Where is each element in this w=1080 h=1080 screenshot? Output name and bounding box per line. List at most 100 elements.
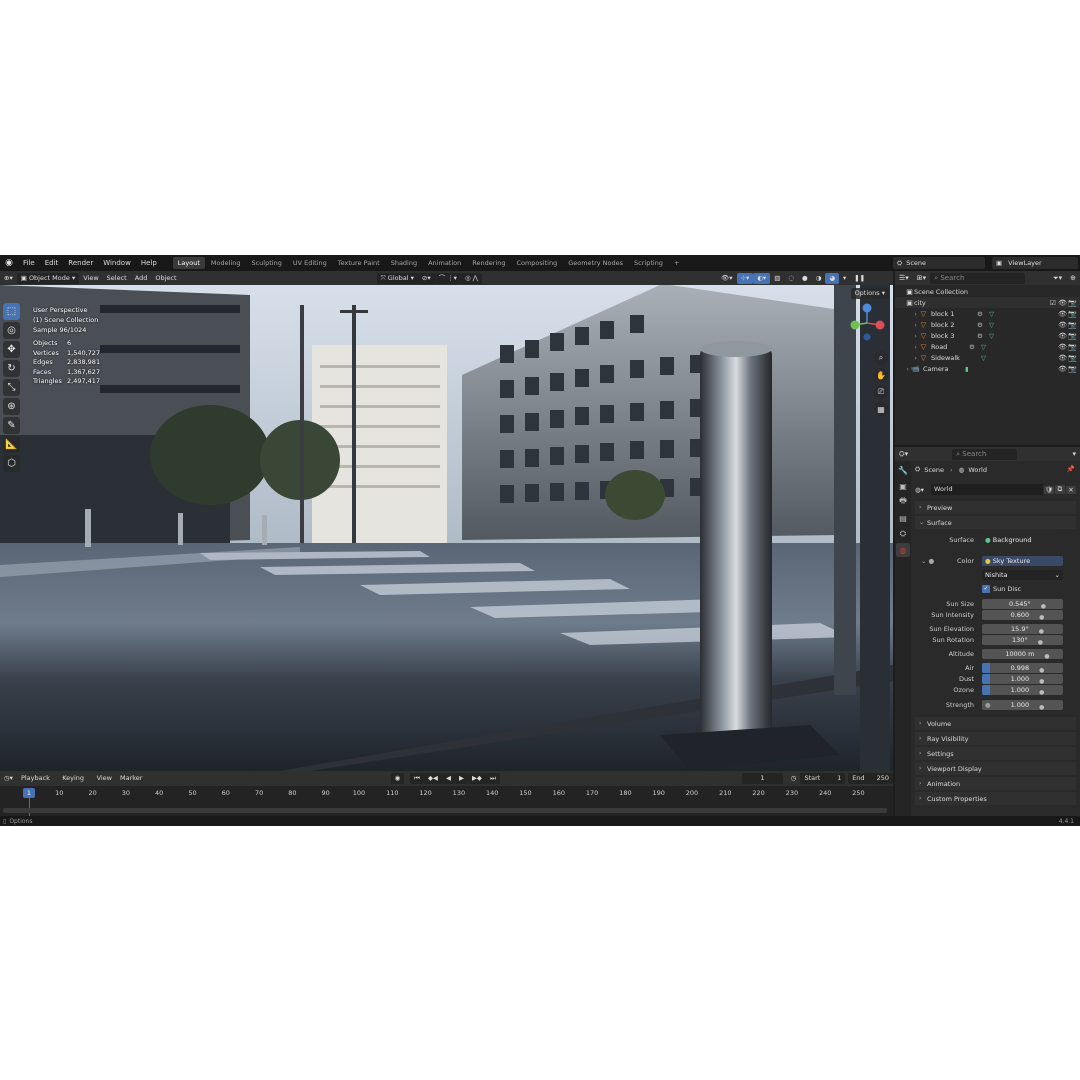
panel-surface[interactable]: ⌄ Surface — [915, 516, 1076, 529]
zoom-icon[interactable]: ⌕ — [874, 351, 888, 365]
playhead-frame[interactable]: 1 — [23, 788, 35, 798]
breadcrumb-world[interactable]: World — [968, 466, 987, 474]
output-tab-icon[interactable]: 🖶 — [896, 495, 910, 509]
eye-icon[interactable]: 👁 — [1058, 332, 1067, 340]
timeline-editor-icon[interactable]: ◷▾ — [0, 773, 17, 784]
sun-disc-checkbox[interactable]: ✓ Sun Disc — [982, 585, 1021, 593]
shading-solid-icon[interactable]: ● — [798, 273, 812, 284]
xray-icon[interactable]: ▧ — [770, 273, 784, 284]
menu-view[interactable]: View — [79, 273, 102, 284]
menu-window[interactable]: Window — [98, 255, 136, 271]
expand-icon[interactable]: › — [895, 365, 911, 373]
sun-elevation-field[interactable]: 15.9° ● — [982, 624, 1063, 635]
checkbox-icon[interactable]: ☑ — [1050, 299, 1056, 307]
tab-rendering[interactable]: Rendering — [467, 257, 510, 269]
panel-settings[interactable]: › Settings — [915, 747, 1076, 760]
current-frame-field[interactable]: 1 — [741, 773, 783, 784]
properties-options-icon[interactable]: ▾ — [1068, 449, 1080, 460]
prev-keyframe-icon[interactable]: ◆◀ — [423, 773, 442, 784]
outliner-item[interactable]: › 📹 Camera ▮ 👁 📷 — [895, 363, 1080, 374]
play-icon[interactable]: ▶ — [454, 773, 468, 784]
menu-object[interactable]: Object — [151, 273, 180, 284]
proportional-edit-icon[interactable]: ◎ ⋀ — [460, 272, 483, 284]
keyframe-dot-icon[interactable]: ● — [1044, 653, 1049, 660]
next-keyframe-icon[interactable]: ▶◆ — [467, 773, 486, 784]
play-reverse-icon[interactable]: ◀ — [441, 773, 455, 784]
jump-end-icon[interactable]: ⏭ — [485, 773, 500, 784]
expand-icon[interactable]: › — [895, 332, 919, 340]
camera-render-icon[interactable]: 📷 — [1068, 321, 1077, 329]
pivot-icon[interactable]: ⊘▾ — [417, 272, 435, 284]
menu-edit[interactable]: Edit — [40, 255, 64, 271]
outliner-item[interactable]: › ▽ block 3 ⚙ ▽ 👁 📷 — [895, 330, 1080, 341]
keyframe-dot-icon[interactable]: ● — [1039, 689, 1044, 696]
keyframe-dot-icon[interactable]: ● — [1039, 628, 1044, 635]
camera-view-icon[interactable]: ⎚ — [874, 385, 888, 399]
menu-playback[interactable]: Playback ▾ — [17, 773, 58, 793]
end-frame-field[interactable]: End 250 — [848, 773, 893, 784]
jump-start-icon[interactable]: ⏮ — [410, 773, 424, 784]
tab-geometry-nodes[interactable]: Geometry Nodes — [563, 257, 628, 269]
outliner-item[interactable]: › ▽ Road ⚙ ▽ 👁 📷 — [895, 341, 1080, 352]
tab-texture-paint[interactable]: Texture Paint — [333, 257, 385, 269]
tab-layout[interactable]: Layout — [172, 257, 205, 269]
timeline-scrollbar[interactable] — [3, 808, 887, 813]
select-box-tool-icon[interactable]: ⬚ — [3, 303, 20, 320]
viewport-options-button[interactable]: Options ▾ — [850, 288, 889, 299]
keyframe-dot-icon[interactable]: ● — [1039, 667, 1044, 674]
navigation-gizmo[interactable] — [847, 303, 887, 343]
tab-scripting[interactable]: Scripting — [629, 257, 668, 269]
blender-logo-icon[interactable]: ◉ — [2, 256, 16, 270]
transform-tool-icon[interactable]: ⊛ — [3, 398, 20, 415]
render-tab-icon[interactable]: ▣ — [896, 479, 910, 493]
expand-icon[interactable]: › — [895, 321, 919, 329]
expand-icon[interactable]: › — [895, 343, 919, 351]
keyframe-dot-icon[interactable]: ● — [1039, 614, 1044, 621]
menu-timeline-view[interactable]: View — [93, 773, 116, 784]
fake-user-icon[interactable]: 🛡 — [1044, 485, 1054, 494]
gizmo-neg-z-axis[interactable] — [863, 333, 871, 341]
expand-icon[interactable]: › — [895, 354, 919, 362]
editor-type-icon[interactable]: ⊕▾ — [0, 273, 17, 284]
panel-viewport-display[interactable]: › Viewport Display — [915, 762, 1076, 775]
panel-ray-visibility[interactable]: › Ray Visibility — [915, 732, 1076, 745]
3d-viewport[interactable]: ⬚ ◎ ✥ ↻ ⤡ ⊛ ✎ 📐 ⬡ User Perspective (1) S… — [0, 285, 893, 771]
air-slider[interactable]: 0.998 ● — [982, 663, 1063, 674]
panel-preview[interactable]: › Preview — [915, 501, 1076, 514]
clock-icon[interactable]: ◷ — [787, 773, 801, 784]
world-name-field[interactable]: World — [931, 484, 1043, 495]
keyframe-dot-icon[interactable]: ● — [1041, 603, 1046, 610]
orientation-dropdown[interactable]: ⤧ Global ▾ — [376, 272, 418, 284]
view-layer-tab-icon[interactable]: ▤ — [896, 511, 910, 525]
duplicate-icon[interactable]: ⧉ — [1055, 485, 1065, 494]
eye-icon[interactable]: 👁 — [1058, 343, 1067, 351]
camera-render-icon[interactable]: 📷 — [1068, 332, 1077, 340]
timeline-area[interactable]: 1 10 20 30 40 50 60 70 80 90 100 110 120 130 140 150 16… — [0, 786, 893, 816]
visibility-icon[interactable]: 👁▾ — [717, 273, 737, 284]
eye-icon[interactable]: 👁 — [1058, 310, 1067, 318]
keyframe-dot-icon[interactable]: ● — [1039, 704, 1044, 711]
menu-add[interactable]: Add — [131, 273, 152, 284]
tab-animation[interactable]: Animation — [423, 257, 466, 269]
surface-shader-field[interactable]: ● Background — [982, 535, 1063, 545]
tool-tab-icon[interactable]: 🔧 — [896, 463, 910, 477]
annotate-tool-icon[interactable]: ✎ — [3, 417, 20, 434]
camera-render-icon[interactable]: 📷 — [1068, 365, 1077, 373]
menu-select[interactable]: Select — [103, 273, 131, 284]
camera-render-icon[interactable]: 📷 — [1068, 354, 1077, 362]
color-texture-field[interactable]: ● Sky Texture — [982, 556, 1063, 566]
rotate-tool-icon[interactable]: ↻ — [3, 360, 20, 377]
eye-icon[interactable]: 👁 — [1058, 354, 1067, 362]
new-collection-icon[interactable]: ⊕ — [1066, 273, 1080, 284]
properties-search-input[interactable]: ⌕ Search — [952, 448, 1018, 460]
outliner-item[interactable]: › ▽ block 2 ⚙ ▽ 👁 📷 — [895, 319, 1080, 330]
cursor-tool-icon[interactable]: ◎ — [3, 322, 20, 339]
panel-animation[interactable]: › Animation — [915, 777, 1076, 790]
outliner-item[interactable]: › ▽ Sidewalk ▽ 👁 📷 — [895, 352, 1080, 363]
scale-tool-icon[interactable]: ⤡ — [3, 379, 20, 396]
gizmo-y-axis[interactable] — [850, 320, 860, 330]
add-cube-tool-icon[interactable]: ⬡ — [3, 455, 20, 472]
outliner-scene-collection[interactable]: ▣ Scene Collection — [905, 286, 1080, 297]
panel-custom-properties[interactable]: › Custom Properties — [915, 792, 1076, 805]
snap-icon[interactable]: ⌒ ⋮▾ — [434, 272, 461, 284]
